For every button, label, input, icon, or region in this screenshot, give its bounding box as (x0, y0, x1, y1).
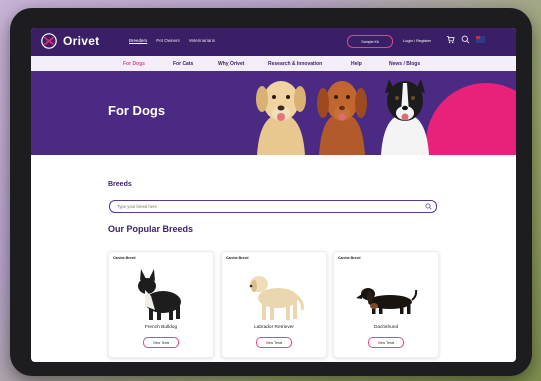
login-register-link[interactable]: Login / Register (403, 38, 431, 43)
search-icon[interactable] (425, 202, 432, 210)
breed-card-dachshund[interactable]: Canine Breed Dachshund View Tests (333, 251, 439, 358)
brand-logo[interactable]: Orivet (41, 33, 99, 49)
view-tests-button[interactable]: View Tests (143, 337, 179, 348)
hero-banner: For Dogs (31, 71, 516, 155)
tab-why-orivet[interactable]: Why Orivet (218, 61, 244, 67)
border-collie-photo (381, 79, 429, 155)
nav-veterinarians[interactable]: Veterinarians (189, 38, 215, 43)
labrador-photo (256, 81, 306, 155)
french-bulldog-photo (138, 269, 181, 320)
cart-icon[interactable] (446, 35, 455, 44)
hero-title: For Dogs (108, 103, 166, 118)
card-tag: Canine Breed (226, 256, 249, 260)
labrador-retriever-photo (249, 276, 304, 320)
main-nav: For Dogs For Cats Why Orivet Research & … (31, 56, 516, 72)
browser-screen: Orivet Breeders Pet Owners Veterinarians… (31, 28, 516, 362)
breed-card-labrador-retriever[interactable]: Canine Breed Labrador Retriever View Tes… (221, 251, 327, 358)
card-tag: Canine Breed (113, 256, 136, 260)
breed-search-box (109, 200, 437, 213)
breed-card-french-bulldog[interactable]: Canine Breed French Bulldog View Tests (108, 251, 214, 358)
header-icons (446, 35, 485, 44)
dachshund-photo (356, 288, 418, 314)
popular-breeds-heading: Our Popular Breeds (108, 224, 194, 234)
nav-pet-owners[interactable]: Pet Owners (156, 38, 180, 43)
sample-kit-button[interactable]: Sample Kit (347, 35, 393, 48)
brand-name: Orivet (63, 34, 100, 48)
breed-search-input[interactable] (117, 203, 407, 210)
breeds-heading: Breeds (108, 181, 132, 188)
tab-for-cats[interactable]: For Cats (173, 61, 193, 67)
top-bar: Orivet Breeders Pet Owners Veterinarians… (31, 28, 516, 56)
hero-decor-circle (426, 83, 516, 155)
tab-help[interactable]: Help (351, 61, 362, 67)
nav-breeders[interactable]: Breeders (129, 38, 147, 43)
vizsla-photo (317, 81, 367, 155)
flag-icon[interactable] (476, 36, 485, 43)
tab-news-blogs[interactable]: News / Blogs (389, 61, 420, 67)
card-tag: Canine Breed (338, 256, 361, 260)
card-breed-name: Dachshund (373, 325, 399, 330)
logo-mark-icon (41, 33, 57, 49)
audience-nav: Breeders Pet Owners Veterinarians (129, 38, 215, 43)
tab-for-dogs[interactable]: For Dogs (123, 61, 145, 67)
view-tests-button[interactable]: View Tests (368, 337, 404, 348)
view-tests-button[interactable]: View Tests (256, 337, 292, 348)
card-breed-name: Labrador Retriever (254, 325, 294, 330)
search-icon[interactable] (461, 35, 470, 44)
tab-research-innovation[interactable]: Research & Innovation (268, 61, 322, 67)
card-breed-name: French Bulldog (144, 325, 178, 330)
